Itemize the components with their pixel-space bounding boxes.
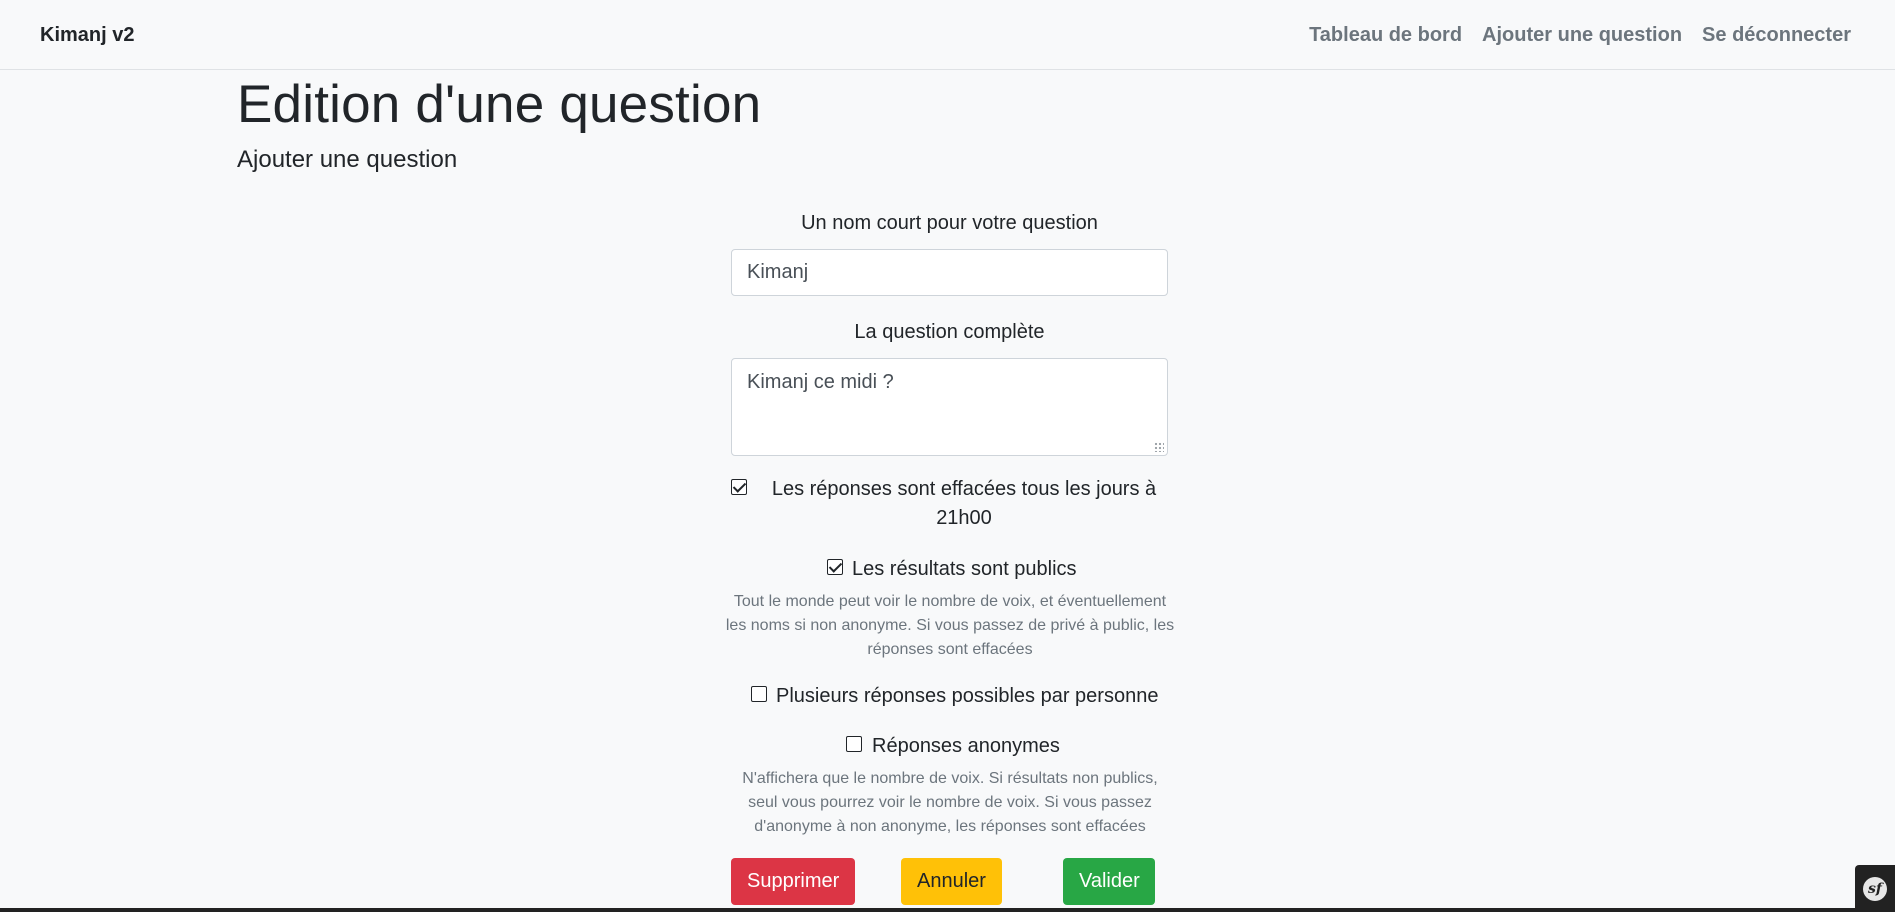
submit-button[interactable]: Valider bbox=[1063, 858, 1155, 905]
nav-logout-link[interactable]: Se déconnecter bbox=[1702, 24, 1851, 47]
symfony-logo-icon[interactable]: sf bbox=[1863, 877, 1887, 901]
anonymous-help-line1: N'affichera que le nombre de voix. Si ré… bbox=[742, 770, 1158, 787]
daily-reset-label: Les réponses sont effacées tous les jour… bbox=[760, 475, 1168, 533]
page-title: Edition d'une question bbox=[237, 75, 762, 134]
nav-dashboard-link[interactable]: Tableau de bord bbox=[1309, 24, 1462, 47]
debug-toolbar[interactable]: sf bbox=[1855, 865, 1895, 912]
anonymous-help-line3: d'anonyme à non anonyme, les réponses so… bbox=[754, 818, 1146, 835]
question-form: Un nom court pour votre question La ques… bbox=[731, 200, 1168, 456]
daily-reset-label-line2: 21h00 bbox=[936, 507, 992, 529]
cancel-button[interactable]: Annuler bbox=[901, 858, 1002, 905]
public-results-checkbox[interactable] bbox=[827, 559, 843, 575]
brand-link[interactable]: Kimanj v2 bbox=[40, 24, 134, 47]
anonymous-help: N'affichera que le nombre de voix. Si ré… bbox=[720, 767, 1180, 839]
public-results-help: Tout le monde peut voir le nombre de voi… bbox=[720, 590, 1180, 662]
short-name-label: Un nom court pour votre question bbox=[801, 212, 1098, 234]
debug-toolbar-bar bbox=[0, 908, 1855, 912]
public-results-help-line3: réponses sont effacées bbox=[867, 641, 1033, 658]
nav-links: Tableau de bord Ajouter une question Se … bbox=[1309, 24, 1851, 47]
full-question-textarea[interactable]: Kimanj ce midi ? bbox=[731, 358, 1168, 456]
delete-button[interactable]: Supprimer bbox=[731, 858, 855, 905]
anonymous-checkbox[interactable] bbox=[846, 736, 862, 752]
top-navbar: Kimanj v2 Tableau de bord Ajouter une qu… bbox=[0, 0, 1895, 70]
public-results-label: Les résultats sont publics bbox=[852, 558, 1077, 580]
short-name-input[interactable] bbox=[731, 249, 1168, 296]
daily-reset-checkbox[interactable] bbox=[731, 479, 747, 495]
anonymous-help-line2: seul vous pourrez voir le nombre de voix… bbox=[748, 794, 1152, 811]
multiple-answers-label: Plusieurs réponses possibles par personn… bbox=[776, 685, 1159, 707]
nav-add-question-link[interactable]: Ajouter une question bbox=[1482, 24, 1682, 47]
resize-grip-icon[interactable] bbox=[1154, 442, 1164, 452]
public-results-help-line2: les noms si non anonyme. Si vous passez … bbox=[725, 617, 1175, 634]
multiple-answers-checkbox[interactable] bbox=[751, 686, 767, 702]
daily-reset-label-line1: Les réponses sont effacées tous les jour… bbox=[771, 478, 1157, 500]
public-results-help-line1: Tout le monde peut voir le nombre de voi… bbox=[733, 593, 1167, 610]
page-subtitle: Ajouter une question bbox=[237, 146, 458, 173]
full-question-label: La question complète bbox=[854, 321, 1045, 343]
anonymous-label: Réponses anonymes bbox=[872, 735, 1060, 757]
